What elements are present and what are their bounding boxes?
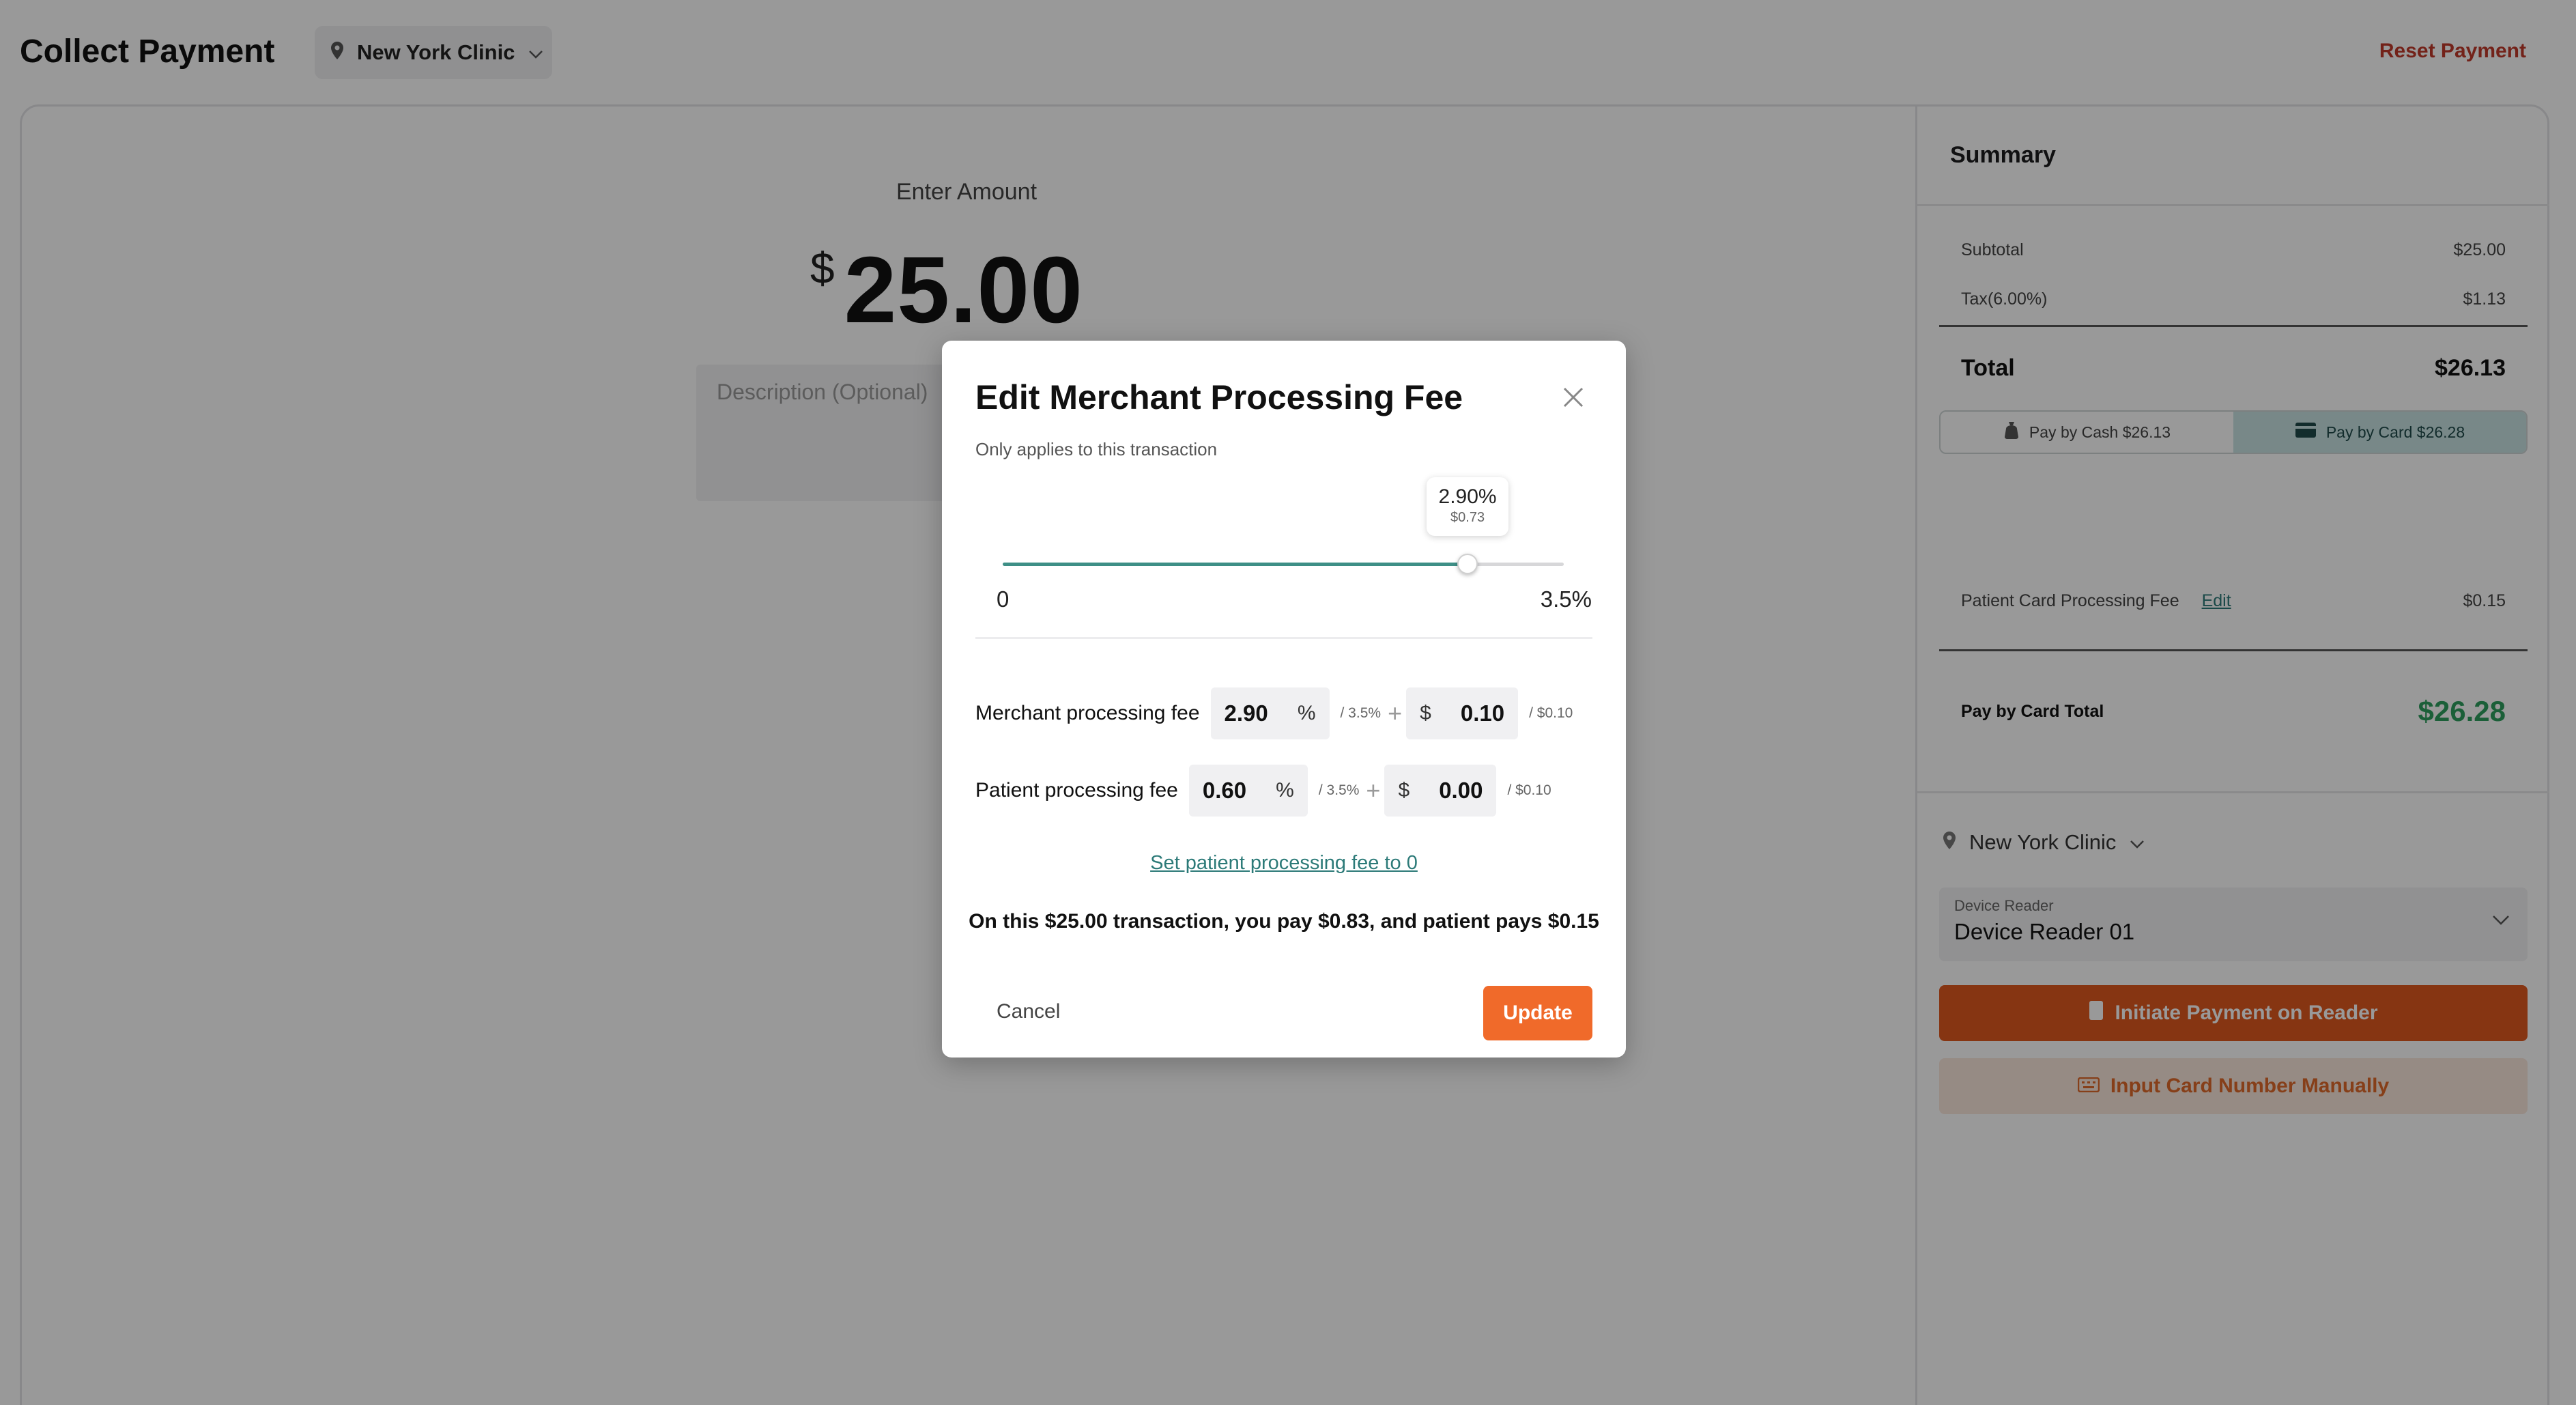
dollar-unit: $ bbox=[1420, 702, 1431, 724]
merchant-fee-label: Merchant processing fee bbox=[975, 702, 1200, 724]
fee-slider-thumb[interactable] bbox=[1457, 554, 1478, 574]
fee-slider-fill bbox=[1003, 563, 1468, 566]
merchant-fee-flat-max: / $0.10 bbox=[1529, 705, 1573, 721]
merchant-fee-percent-max: / 3.5% bbox=[1340, 705, 1382, 721]
fee-slider-tooltip: 2.90% $0.73 bbox=[1427, 477, 1509, 536]
patient-fee-percent-max: / 3.5% bbox=[1318, 782, 1360, 798]
modal-title: Edit Merchant Processing Fee bbox=[975, 378, 1463, 416]
edit-fee-modal: Edit Merchant Processing Fee Only applie… bbox=[942, 341, 1626, 1058]
patient-fee-flat-value: 0.00 bbox=[1439, 778, 1483, 803]
merchant-fee-percent-value: 2.90 bbox=[1224, 700, 1268, 726]
merchant-fee-row: Merchant processing fee 2.90 % / 3.5% + … bbox=[975, 687, 1573, 739]
merchant-fee-flat-value: 0.10 bbox=[1460, 700, 1505, 726]
close-icon[interactable] bbox=[1562, 386, 1585, 409]
patient-fee-percent-value: 0.60 bbox=[1202, 778, 1247, 803]
percent-unit: % bbox=[1276, 779, 1294, 801]
fee-slider-track[interactable] bbox=[1003, 554, 1564, 574]
fee-summary-text: On this $25.00 transaction, you pay $0.8… bbox=[969, 910, 1599, 933]
slider-max-label: 3.5% bbox=[1540, 586, 1592, 612]
patient-fee-label: Patient processing fee bbox=[975, 779, 1178, 801]
update-button[interactable]: Update bbox=[1483, 986, 1592, 1040]
tooltip-percent: 2.90% bbox=[1438, 485, 1497, 508]
tooltip-amount: $0.73 bbox=[1450, 510, 1485, 525]
patient-fee-row: Patient processing fee 0.60 % / 3.5% + $… bbox=[975, 765, 1551, 817]
merchant-fee-flat-input[interactable]: $ 0.10 bbox=[1406, 687, 1519, 739]
patient-fee-percent-input[interactable]: 0.60 % bbox=[1188, 765, 1308, 817]
plus-icon: + bbox=[1388, 699, 1403, 727]
patient-fee-flat-input[interactable]: $ 0.00 bbox=[1384, 765, 1497, 817]
plus-icon: + bbox=[1366, 776, 1381, 804]
patient-fee-flat-max: / $0.10 bbox=[1507, 782, 1551, 798]
slider-min-label: 0 bbox=[997, 586, 1010, 612]
modal-subtitle: Only applies to this transaction bbox=[975, 439, 1218, 459]
merchant-fee-percent-input[interactable]: 2.90 % bbox=[1210, 687, 1330, 739]
divider bbox=[975, 637, 1592, 639]
cancel-button[interactable]: Cancel bbox=[997, 1000, 1060, 1023]
dollar-unit: $ bbox=[1398, 779, 1410, 801]
set-patient-fee-zero-link[interactable]: Set patient processing fee to 0 bbox=[942, 852, 1626, 875]
percent-unit: % bbox=[1297, 702, 1316, 724]
